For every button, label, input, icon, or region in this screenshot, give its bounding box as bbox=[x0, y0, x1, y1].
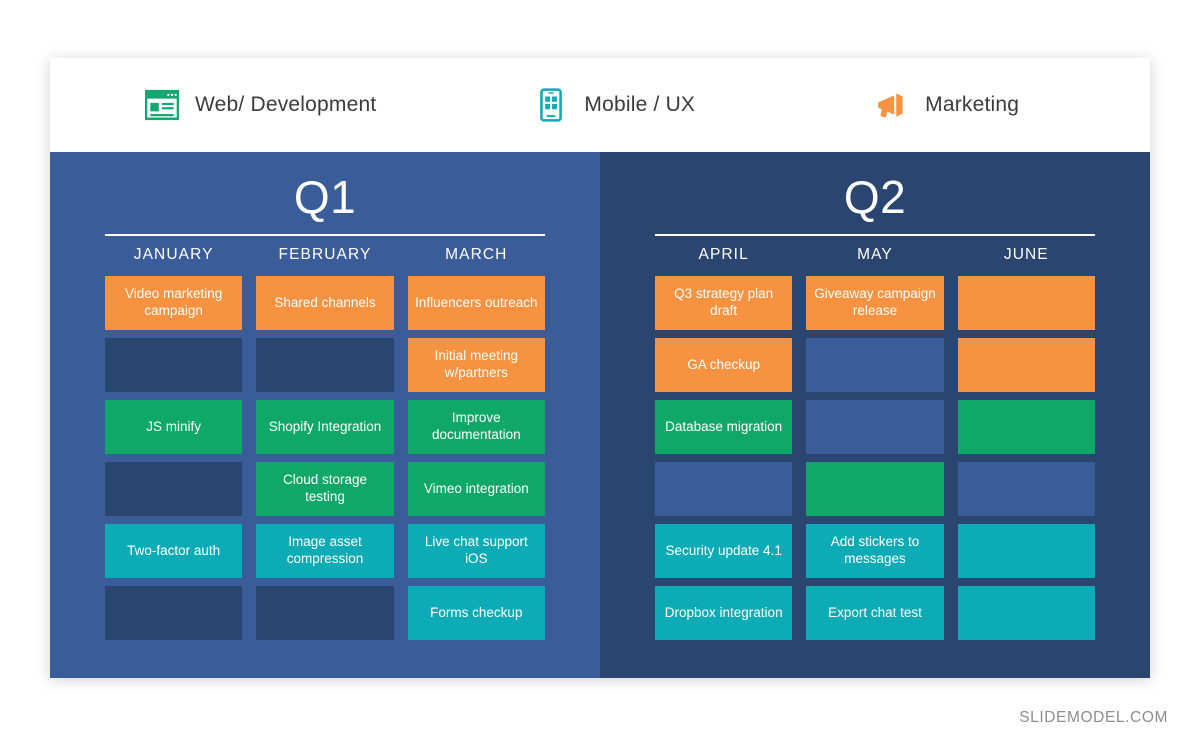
month-label-may: MAY bbox=[857, 246, 893, 263]
legend-item-1[interactable]: Mobile / UX bbox=[534, 88, 695, 122]
month-column-april: Q3 strategy plan draft GA checkup Database… bbox=[655, 276, 793, 640]
mobile-phone-icon bbox=[534, 88, 568, 122]
task-card[interactable]: Shared channels bbox=[256, 276, 394, 330]
task-card[interactable]: Live chat support iOS bbox=[407, 524, 545, 578]
task-card[interactable] bbox=[957, 524, 1095, 578]
month-column-march: Influencers outreach Initial meeting w/pa… bbox=[407, 276, 545, 640]
megaphone-icon bbox=[875, 88, 909, 122]
month-header-row: APRIL MAY JUNE bbox=[655, 246, 1095, 264]
quarter-panel-q2: Q2 APRIL MAY JUNE Q3 strategy plan draft GA c… bbox=[600, 152, 1150, 678]
slide-canvas: Web/ Development Mobile / UX Marketing Q1 J… bbox=[0, 0, 1200, 743]
task-card[interactable]: Giveaway campaign release bbox=[806, 276, 944, 330]
month-column-february: Shared channels Shopify Integration Cloud … bbox=[256, 276, 394, 640]
quarter-title: Q2 bbox=[843, 171, 907, 223]
quarters-container: Q1 JANUARY FEBRUARY MARCH Video marketing ca… bbox=[50, 152, 1150, 678]
task-cell-empty bbox=[105, 586, 243, 640]
task-card[interactable]: Forms checkup bbox=[407, 586, 545, 640]
month-label-february: FEBRUARY bbox=[278, 246, 372, 263]
month-label-april: APRIL bbox=[698, 246, 749, 263]
task-card[interactable]: Improve documentation bbox=[407, 400, 545, 454]
month-label-january: JANUARY bbox=[133, 246, 214, 263]
task-card[interactable]: Q3 strategy plan draft bbox=[655, 276, 793, 330]
task-cell-empty bbox=[655, 462, 793, 516]
task-cell-empty bbox=[806, 400, 944, 454]
task-cell-empty bbox=[256, 586, 394, 640]
quarter-divider bbox=[105, 234, 545, 236]
month-column-june bbox=[957, 276, 1095, 640]
task-card[interactable]: JS minify bbox=[105, 400, 243, 454]
legend-item-label: Marketing bbox=[925, 93, 1020, 116]
month-column-may: Giveaway campaign release Add stickers to… bbox=[806, 276, 944, 640]
quarter-panel-q1: Q1 JANUARY FEBRUARY MARCH Video marketing ca… bbox=[50, 152, 600, 678]
legend-item-label: Web/ Development bbox=[195, 93, 377, 116]
quarter-title: Q1 bbox=[293, 171, 357, 223]
task-card[interactable] bbox=[957, 400, 1095, 454]
task-card[interactable]: Vimeo integration bbox=[407, 462, 545, 516]
task-grid: Video marketing campaign JS minify Two-fac… bbox=[105, 276, 545, 640]
task-cell-empty bbox=[256, 338, 394, 392]
task-card[interactable] bbox=[957, 338, 1095, 392]
month-label-june: JUNE bbox=[1003, 246, 1049, 263]
browser-window-icon bbox=[145, 88, 179, 122]
watermark: SLIDEMODEL.COM bbox=[1019, 709, 1168, 726]
task-card[interactable]: Dropbox integration bbox=[655, 586, 793, 640]
task-cell-empty bbox=[957, 462, 1095, 516]
task-card[interactable]: Initial meeting w/partners bbox=[407, 338, 545, 392]
task-cell-empty bbox=[806, 338, 944, 392]
task-card[interactable]: Shopify Integration bbox=[256, 400, 394, 454]
month-column-january: Video marketing campaign JS minify Two-fac… bbox=[105, 276, 243, 640]
task-card[interactable]: GA checkup bbox=[655, 338, 793, 392]
task-card[interactable]: Video marketing campaign bbox=[105, 276, 243, 330]
legend-bar: Web/ Development Mobile / UX Marketing bbox=[50, 58, 1150, 152]
month-label-march: MARCH bbox=[445, 246, 508, 263]
task-card[interactable]: Two-factor auth bbox=[105, 524, 243, 578]
task-card[interactable]: Influencers outreach bbox=[407, 276, 545, 330]
task-card[interactable] bbox=[957, 586, 1095, 640]
roadmap-board: Web/ Development Mobile / UX Marketing Q1 J… bbox=[50, 58, 1150, 678]
task-grid: Q3 strategy plan draft GA checkup Database… bbox=[655, 276, 1095, 640]
task-card[interactable]: Security update 4.1 bbox=[655, 524, 793, 578]
task-card[interactable] bbox=[957, 276, 1095, 330]
quarter-divider bbox=[655, 234, 1095, 236]
task-card[interactable] bbox=[806, 462, 944, 516]
task-cell-empty bbox=[105, 338, 243, 392]
task-card[interactable]: Add stickers to messages bbox=[806, 524, 944, 578]
legend-item-0[interactable]: Web/ Development bbox=[145, 88, 376, 122]
task-card[interactable]: Image asset compression bbox=[256, 524, 394, 578]
task-card[interactable]: Cloud storage testing bbox=[256, 462, 394, 516]
legend-item-2[interactable]: Marketing bbox=[875, 88, 1019, 122]
task-card[interactable]: Export chat test bbox=[806, 586, 944, 640]
task-cell-empty bbox=[105, 462, 243, 516]
task-card[interactable]: Database migration bbox=[655, 400, 793, 454]
month-header-row: JANUARY FEBRUARY MARCH bbox=[105, 246, 545, 264]
legend-item-label: Mobile / UX bbox=[584, 93, 696, 116]
